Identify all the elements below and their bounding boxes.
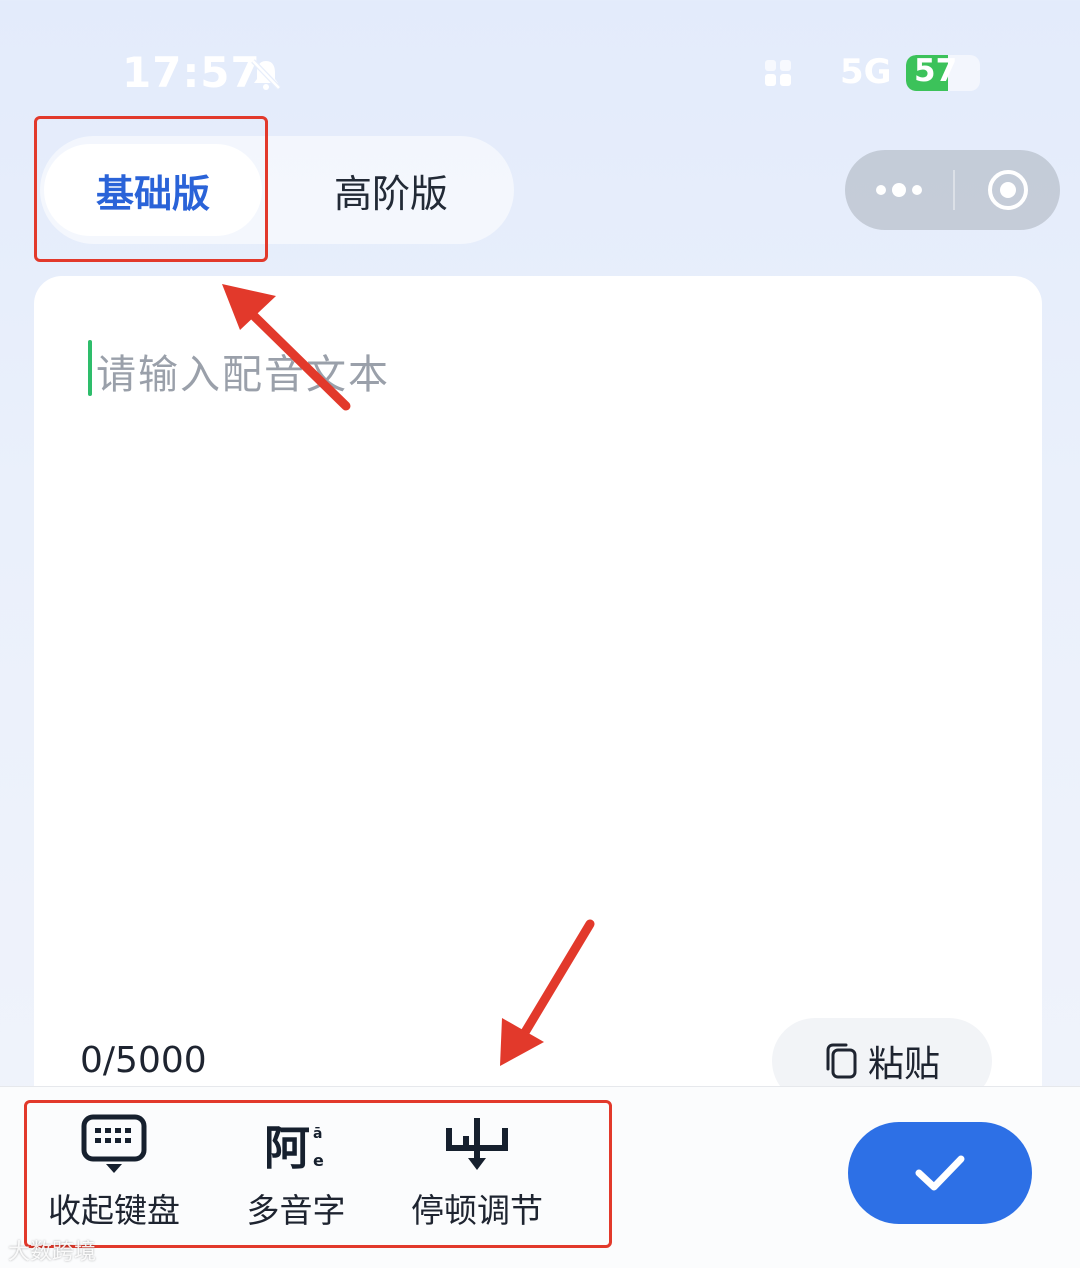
clipboard-icon — [826, 1043, 857, 1079]
bell-slash-icon — [251, 59, 281, 90]
network-type: 5G — [840, 52, 892, 92]
confirm-button[interactable] — [848, 1122, 1032, 1224]
close-circle-icon[interactable] — [955, 150, 1060, 230]
paste-label: 粘贴 — [867, 1044, 940, 1085]
tab-advanced[interactable]: 高阶版 — [276, 144, 506, 236]
text-caret — [88, 340, 92, 396]
annotation-box-tabs — [34, 116, 268, 262]
status-time: 17:57 — [122, 48, 261, 97]
mini-program-capsule — [845, 150, 1060, 230]
watermark: 大数跨境 — [8, 1240, 97, 1265]
annotation-box-toolbar — [24, 1100, 612, 1248]
character-counter: 0/5000 — [80, 1040, 207, 1081]
check-icon — [915, 1155, 965, 1191]
signal-icon — [765, 60, 791, 86]
text-editor-card[interactable] — [34, 276, 1042, 1116]
text-input-placeholder[interactable]: 请输入配音文本 — [96, 342, 390, 400]
battery-icon: 57 — [906, 55, 980, 91]
more-dots-icon[interactable] — [845, 150, 953, 230]
battery-percent: 57 — [914, 55, 958, 89]
